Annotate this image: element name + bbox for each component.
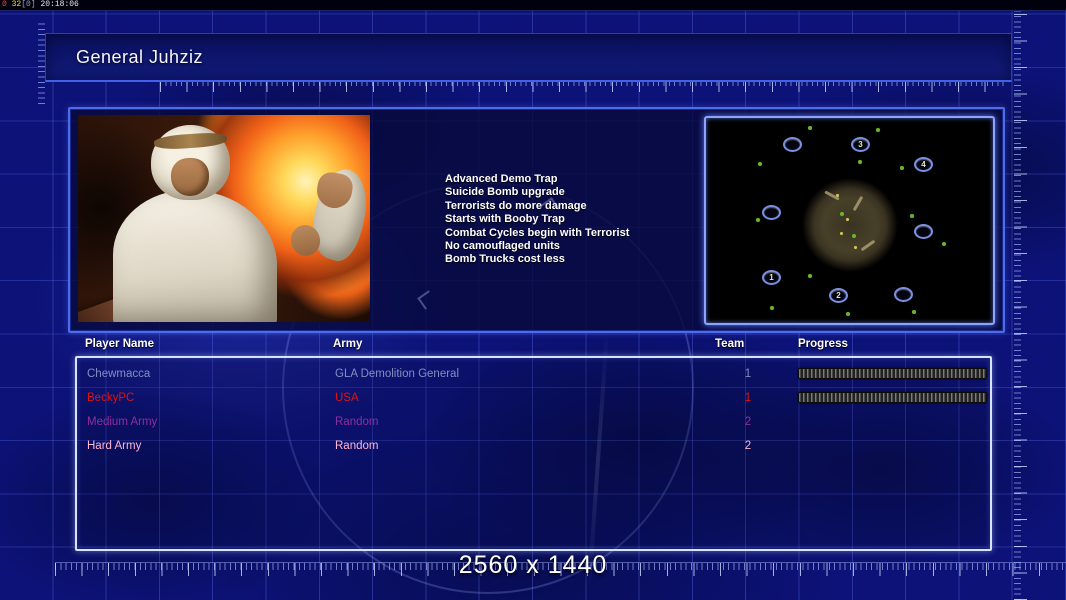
spawn-marker (894, 287, 913, 302)
map-unit-dot (846, 218, 849, 221)
spawn-marker-4: 4 (914, 157, 933, 172)
spawn-marker-1: 1 (762, 270, 781, 285)
table-row: BeckyPC USA 1 (77, 387, 990, 411)
general-portrait (78, 115, 370, 322)
map-dot (758, 162, 762, 166)
player-name: Chewmacca (87, 368, 151, 380)
column-player-name: Player Name (85, 338, 155, 350)
ruler-left (38, 22, 45, 104)
debug-counter: 32 (11, 0, 22, 9)
player-team: 2 (744, 416, 752, 428)
ability-item: No camouflaged units (445, 240, 560, 253)
player-army: GLA Demolition General (335, 368, 460, 380)
map-preview: 3 4 1 2 (750, 122, 950, 320)
progress-bar (798, 392, 987, 403)
map-unit-dot (840, 212, 844, 216)
ability-item: Starts with Booby Trap (445, 213, 565, 226)
map-dot (858, 160, 862, 164)
player-name: Medium Army (87, 416, 158, 428)
spawn-marker (762, 205, 781, 220)
face-shape (171, 158, 210, 196)
map-dot (910, 214, 914, 218)
player-table-header: Player Name Army Team Progress (0, 338, 1066, 354)
spawn-marker-3: 3 (851, 137, 870, 152)
player-team: 1 (744, 392, 752, 404)
map-dot (876, 128, 880, 132)
map-dot (846, 312, 850, 316)
title-bar: General Juhziz (45, 33, 1012, 82)
map-unit-dot (854, 246, 857, 249)
debug-overlay: 0 32[0] 20:18:06 (0, 0, 1066, 11)
page-title: General Juhziz (76, 47, 204, 67)
ability-item: Advanced Demo Trap (445, 173, 558, 185)
spawn-marker (914, 224, 933, 239)
map-dot (900, 166, 904, 170)
map-dot (912, 310, 916, 314)
map-unit-dot (852, 234, 856, 238)
ability-item: Bomb Trucks cost less (445, 253, 565, 266)
player-team: 2 (744, 440, 752, 452)
map-dot (942, 242, 946, 246)
debug-fps: 0 (2, 0, 7, 9)
column-army: Army (333, 338, 363, 350)
debug-bracket: [0] (21, 0, 36, 9)
abilities-list: Advanced Demo Trap Suicide Bomb upgrade … (445, 173, 705, 267)
map-dot (808, 126, 812, 130)
column-progress: Progress (798, 338, 848, 350)
loading-screen: 0 32[0] 20:18:06 General Juhziz Advanced… (0, 0, 1066, 600)
ability-item: Terrorists do more damage (445, 199, 587, 212)
debug-clock: 20:18:06 (40, 0, 79, 9)
map-preview-frame: 3 4 1 2 (704, 116, 995, 325)
player-name: Hard Army (87, 440, 142, 452)
map-dot (756, 218, 760, 222)
table-row: Chewmacca GLA Demolition General 1 (77, 363, 990, 387)
progress-bar (798, 368, 987, 379)
map-unit-dot (836, 194, 839, 197)
spawn-marker-2: 2 (829, 288, 848, 303)
player-army: Random (335, 416, 379, 428)
general-info-panel: Advanced Demo Trap Suicide Bomb upgrade … (68, 107, 1005, 333)
player-army: Random (335, 440, 379, 452)
player-team: 1 (744, 368, 752, 380)
map-crater (802, 178, 898, 272)
player-army: USA (335, 392, 359, 404)
resolution-label: 2560 x 1440 (458, 551, 608, 579)
map-dot (770, 306, 774, 310)
table-row: Hard Army Random 2 (77, 435, 990, 459)
column-team: Team (715, 338, 745, 350)
player-name: BeckyPC (87, 392, 135, 404)
ruler-right-major (1014, 0, 1027, 600)
player-table: Chewmacca GLA Demolition General 1 Becky… (75, 356, 992, 551)
table-row: Medium Army Random 2 (77, 411, 990, 435)
robe-shape (113, 189, 277, 322)
map-dot (808, 274, 812, 278)
spawn-marker (783, 137, 802, 152)
ability-item: Combat Cycles begin with Terrorist (445, 226, 630, 239)
ability-item: Suicide Bomb upgrade (445, 186, 565, 199)
map-unit-dot (840, 232, 843, 235)
